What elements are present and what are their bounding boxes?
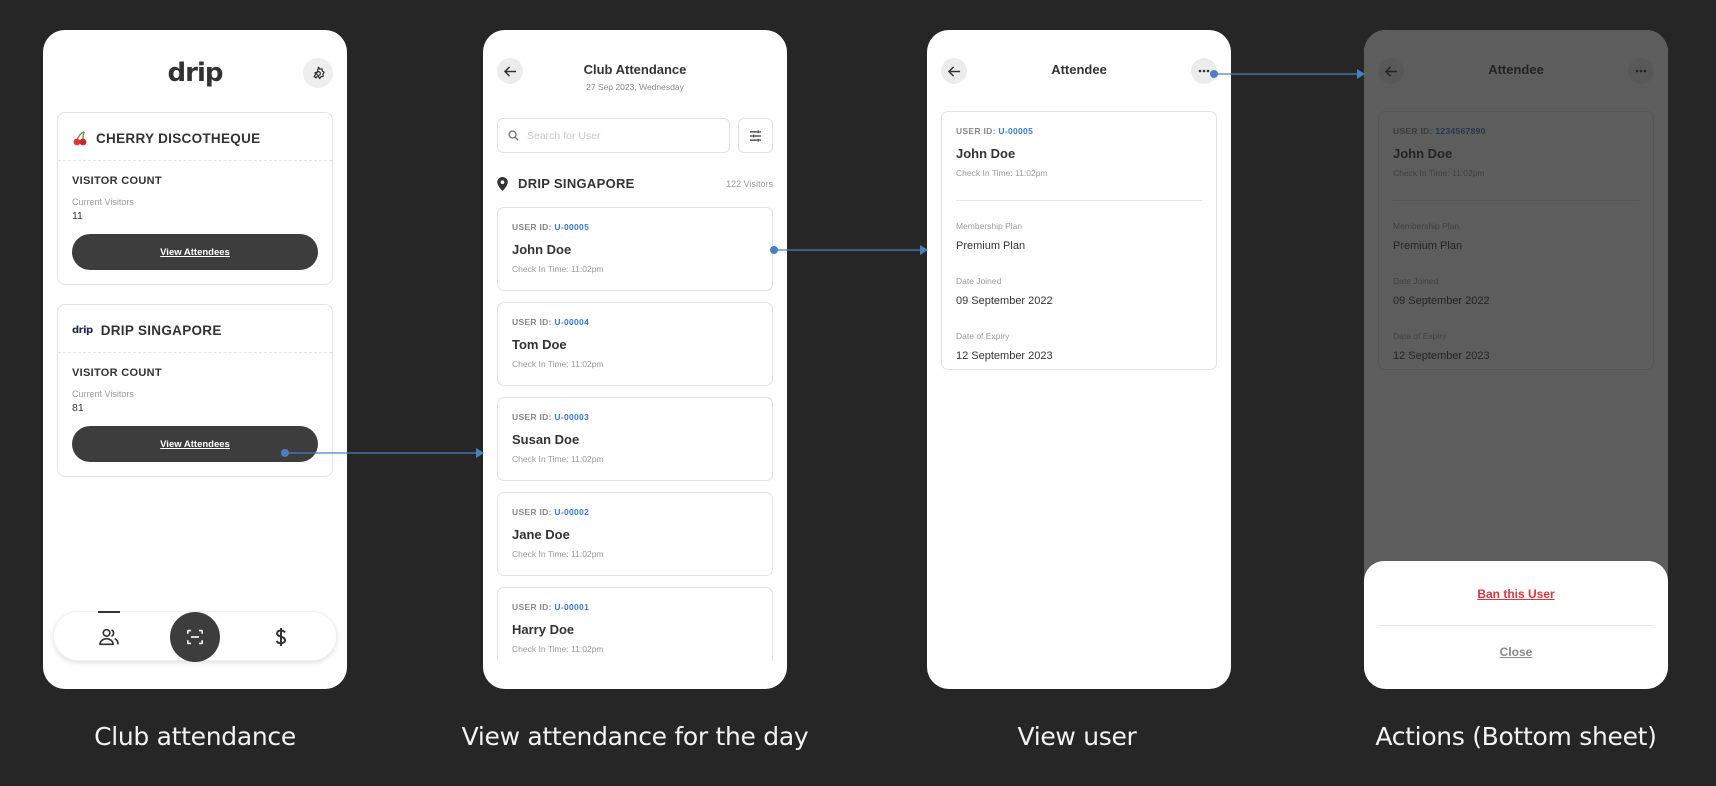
user-id-label: USER ID:	[512, 222, 552, 232]
checkin-time: Check In Time: 11:02pm	[956, 168, 1048, 178]
ban-user-button[interactable]: Ban this User	[1364, 587, 1668, 601]
search-field[interactable]	[497, 118, 730, 153]
caption-actions: Actions (Bottom sheet)	[1375, 722, 1657, 751]
date-joined-value: 09 September 2022	[956, 295, 1053, 307]
date-expiry-label: Date of Expiry	[956, 331, 1010, 341]
connector-more-to-actions	[1210, 69, 1365, 79]
users-icon	[99, 628, 119, 646]
club-name: CHERRY DISCOTHEQUE	[96, 131, 261, 146]
current-visitors-value: 11	[72, 210, 83, 222]
user-id-label: USER ID:	[512, 412, 552, 422]
screen-view-attendance: Club Attendance 27 Sep 2023, Wednesday D…	[483, 30, 787, 689]
attendee-card[interactable]: USER ID: U-00004 Tom Doe Check In Time: …	[497, 302, 773, 386]
page-title: Attendee	[1051, 62, 1107, 77]
visitor-count: 122 Visitors	[726, 178, 773, 189]
bottom-nav	[53, 611, 337, 662]
checkin-time: Check In Time: 11:02pm	[512, 359, 604, 369]
filter-sliders-icon	[749, 129, 762, 142]
dollar-icon	[275, 628, 287, 646]
club-name: DRIP SINGAPORE	[100, 323, 222, 338]
user-name: Jane Doe	[512, 527, 570, 542]
user-id-value: U-00004	[554, 317, 590, 327]
search-icon	[508, 130, 519, 141]
divider	[956, 200, 1202, 201]
nav-payments[interactable]	[256, 612, 306, 662]
user-id: USER ID: U-00001	[512, 602, 758, 612]
screen-actions-bottom-sheet: Attendee USER ID: 1234567890 John Doe Ch…	[1364, 30, 1668, 689]
user-id: USER ID: U-00005	[512, 222, 758, 232]
attendee-card[interactable]: USER ID: U-00003 Susan Doe Check In Time…	[497, 397, 773, 481]
user-id-value: U-00005	[554, 222, 590, 232]
checkin-time: Check In Time: 11:02pm	[512, 264, 604, 274]
attendee-list[interactable]: USER ID: U-00005 John Doe Check In Time:…	[497, 207, 773, 661]
user-id-value: U-00001	[554, 602, 590, 612]
page-title: Club Attendance	[583, 62, 687, 77]
user-id-value: U-00003	[554, 412, 590, 422]
search-input[interactable]	[527, 129, 697, 142]
active-indicator	[98, 611, 120, 613]
caption-view-attendance: View attendance for the day	[461, 722, 809, 751]
current-visitors-label: Current Visitors	[72, 389, 134, 399]
membership-plan-label: Membership Plan	[956, 221, 1023, 231]
page-date: 27 Sep 2023, Wednesday	[586, 82, 684, 92]
checkin-time: Check In Time: 11:02pm	[512, 549, 604, 559]
membership-plan-value: Premium Plan	[956, 240, 1026, 252]
drip-logo: drip	[43, 58, 347, 88]
scan-button[interactable]	[170, 612, 220, 662]
user-id: USER ID: U-00002	[512, 507, 758, 517]
screen-club-attendance: drip CHERRY DISCOTHEQUE VISITOR COUNT Cu…	[43, 30, 347, 689]
user-id-label: USER ID:	[956, 126, 996, 136]
user-id-value: U-00005	[998, 126, 1034, 136]
date-joined-label: Date Joined	[956, 276, 1002, 286]
sheet-divider	[1378, 625, 1654, 626]
user-name: Susan Doe	[512, 432, 580, 447]
attendee-card[interactable]: USER ID: U-00002 Jane Doe Check In Time:…	[497, 492, 773, 576]
drip-logo-icon: drip	[72, 325, 93, 336]
user-id-label: USER ID:	[512, 317, 552, 327]
visitor-count-title: VISITOR COUNT	[72, 175, 162, 187]
user-name: Tom Doe	[512, 337, 567, 352]
close-sheet-button[interactable]: Close	[1364, 645, 1668, 659]
current-visitors-label: Current Visitors	[72, 197, 134, 207]
user-id-label: USER ID:	[512, 602, 552, 612]
user-id-value: U-00002	[554, 507, 590, 517]
club-card-drip-singapore: drip DRIP SINGAPORE VISITOR COUNT Curren…	[57, 304, 333, 477]
attendee-card[interactable]: USER ID: U-00001 Harry Doe Check In Time…	[497, 587, 773, 661]
current-visitors-value: 81	[72, 402, 84, 414]
caption-view-user: View user	[1017, 722, 1137, 751]
view-attendees-button[interactable]: View Attendees	[72, 234, 318, 270]
user-id: USER ID: U-00003	[512, 412, 758, 422]
attendee-card[interactable]: USER ID: U-00005 John Doe Check In Time:…	[497, 207, 773, 291]
connector-attendee-to-detail	[770, 245, 928, 255]
caption-club-attendance: Club attendance	[94, 722, 296, 751]
user-name: Harry Doe	[512, 622, 575, 637]
user-name: John Doe	[512, 242, 572, 257]
attendee-detail-card: USER ID: U-00005 John Doe Check In Time:…	[941, 111, 1217, 370]
scan-icon	[187, 629, 203, 645]
screen-view-user: Attendee USER ID: U-00005 John Doe Check…	[927, 30, 1231, 689]
more-horizontal-icon	[1198, 69, 1210, 73]
view-attendees-button[interactable]: View Attendees	[72, 426, 318, 462]
bottom-sheet: Ban this User Close	[1364, 561, 1668, 689]
location-row: DRIP SINGAPORE 122 Visitors	[497, 176, 773, 191]
filter-button[interactable]	[738, 118, 773, 153]
location-name: DRIP SINGAPORE	[518, 176, 635, 191]
date-expiry-value: 12 September 2023	[956, 350, 1053, 362]
user-id-label: USER ID:	[512, 507, 552, 517]
user-id: USER ID: U-00005	[956, 126, 1202, 136]
logo-text: drip	[167, 58, 224, 88]
user-id: USER ID: U-00004	[512, 317, 758, 327]
visitor-count-title: VISITOR COUNT	[72, 367, 162, 379]
checkin-time: Check In Time: 11:02pm	[512, 644, 604, 654]
more-options-button[interactable]	[1191, 58, 1217, 84]
settings-button[interactable]	[303, 58, 333, 88]
user-name: John Doe	[956, 146, 1016, 161]
checkin-time: Check In Time: 11:02pm	[512, 454, 604, 464]
cherry-icon	[73, 131, 87, 146]
location-pin-icon	[497, 176, 508, 191]
club-card-cherry: CHERRY DISCOTHEQUE VISITOR COUNT Current…	[57, 112, 333, 285]
nav-attendance[interactable]	[84, 611, 134, 662]
gear-icon	[313, 66, 325, 79]
